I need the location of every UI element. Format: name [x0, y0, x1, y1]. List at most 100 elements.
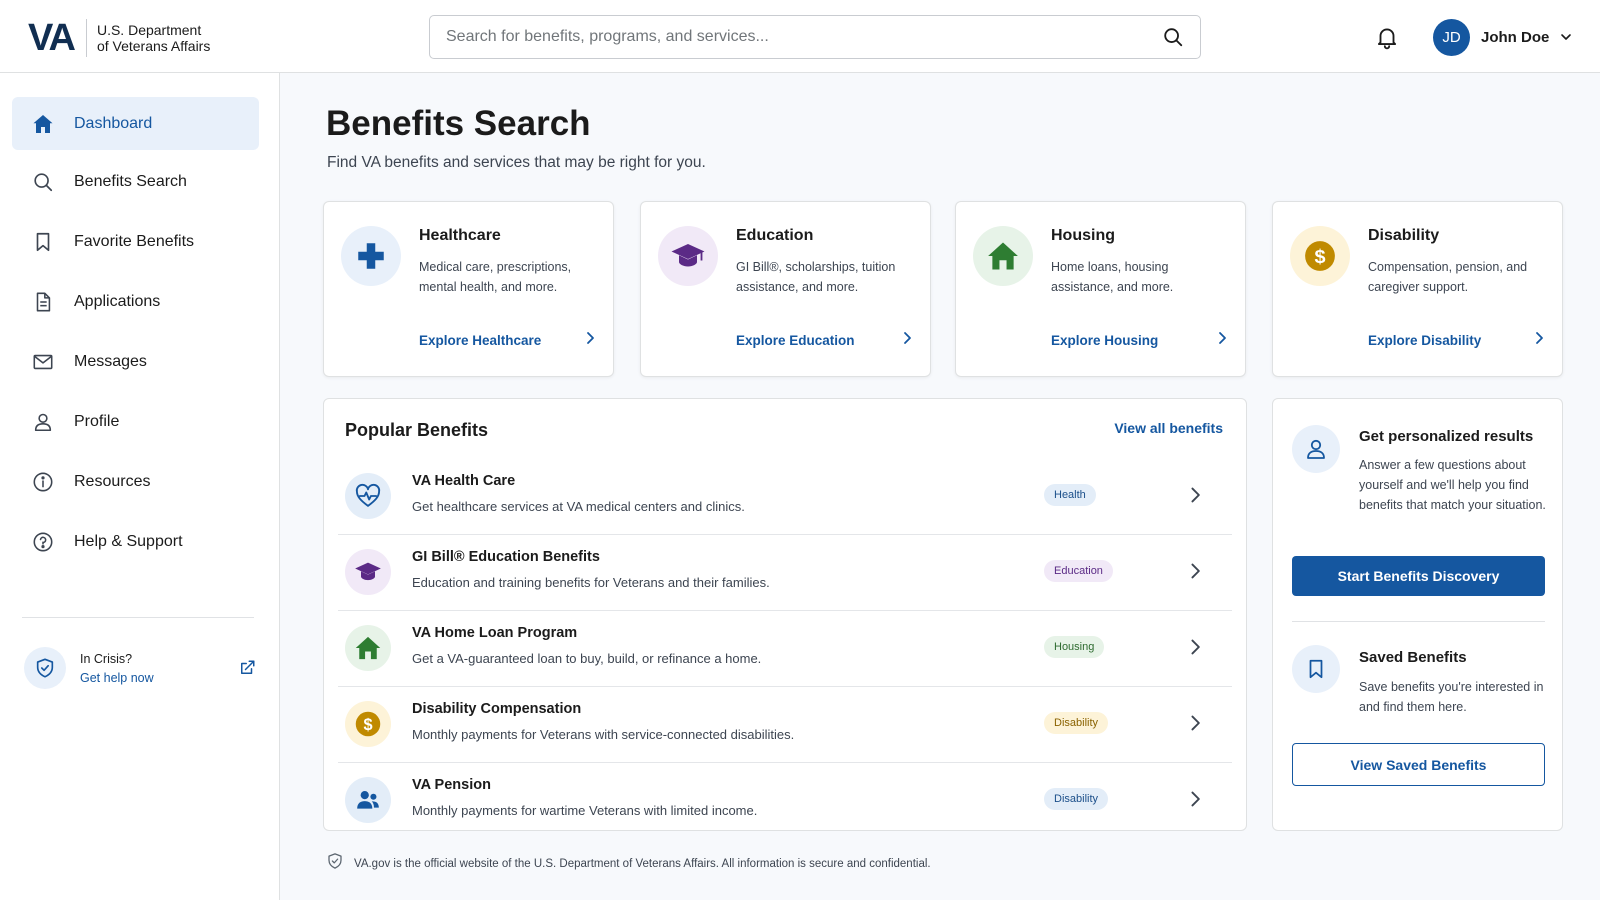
svg-text:$: $: [363, 716, 372, 734]
category-title: Housing: [1051, 227, 1115, 244]
category-title: Education: [736, 227, 814, 244]
document-icon: [30, 289, 56, 315]
sidebar-item-profile[interactable]: Profile: [12, 395, 259, 448]
sidebar-item-resources[interactable]: Resources: [12, 455, 259, 508]
graduation-cap-icon: [658, 226, 718, 286]
category-description: Medical care, prescriptions, mental heal…: [419, 260, 572, 294]
benefit-row-va-home-loan[interactable]: VA Home Loan Program Get a VA-guaranteed…: [338, 611, 1232, 687]
explore-education-link[interactable]: Explore Education: [736, 327, 914, 353]
saved-benefits-title: Saved Benefits: [1359, 649, 1467, 666]
benefit-title: VA Home Loan Program: [412, 625, 578, 641]
user-name: John Doe: [1481, 28, 1550, 46]
sidebar-item-applications[interactable]: Applications: [12, 275, 259, 328]
logo-text: U.S. Department of Veterans Affairs: [97, 22, 210, 54]
chevron-right-icon: [1186, 790, 1204, 808]
benefit-row-va-health-care[interactable]: VA Health Care Get healthcare services a…: [338, 459, 1232, 535]
explore-housing-link[interactable]: Explore Housing: [1051, 327, 1229, 353]
explore-healthcare-link[interactable]: Explore Healthcare: [419, 327, 597, 353]
benefit-description: Get a VA-guaranteed loan to buy, build, …: [412, 651, 762, 666]
category-tag: Housing: [1044, 636, 1105, 658]
sidebar-item-label: Dashboard: [74, 114, 153, 132]
search-input[interactable]: [446, 28, 1160, 46]
help-icon: [30, 529, 56, 555]
sidebar-item-label: Resources: [74, 472, 151, 490]
category-tag: Health: [1044, 484, 1096, 506]
logo-mark: VA: [28, 17, 76, 59]
view-all-benefits-link[interactable]: View all benefits: [1114, 420, 1223, 436]
benefit-description: Education and training benefits for Vete…: [412, 575, 770, 590]
sidebar-item-benefits-search[interactable]: Benefits Search: [12, 155, 259, 208]
explore-disability-link[interactable]: Explore Disability: [1368, 327, 1546, 353]
category-tag: Education: [1044, 560, 1113, 582]
chevron-right-icon: [1215, 331, 1229, 350]
explore-link-label: Explore Education: [736, 332, 855, 348]
benefit-description: Monthly payments for Veterans with servi…: [412, 727, 795, 742]
chevron-right-icon: [1186, 714, 1204, 732]
sidebar-item-label: Applications: [74, 292, 161, 310]
shield-icon: [24, 647, 66, 689]
sidebar-item-label: Help & Support: [74, 532, 183, 550]
category-title: Healthcare: [419, 227, 501, 244]
explore-link-label: Explore Disability: [1368, 332, 1482, 348]
panel-divider: [1292, 621, 1545, 622]
sidebar-item-messages[interactable]: Messages: [12, 335, 259, 388]
logo-line-2: of Veterans Affairs: [96, 38, 211, 54]
chevron-right-icon: [1186, 486, 1204, 504]
category-tag: Disability: [1044, 712, 1109, 734]
sidebar-item-label: Benefits Search: [74, 172, 187, 190]
home-icon: [30, 111, 56, 137]
benefit-title: GI Bill® Education Benefits: [412, 549, 600, 565]
logo-line-1: U.S. Department: [96, 22, 202, 38]
external-link-icon[interactable]: [238, 659, 256, 677]
graduation-cap-icon: [345, 549, 391, 595]
dollar-coin-icon: $: [1290, 226, 1350, 286]
va-logo[interactable]: VA U.S. Department of Veterans Affairs: [28, 19, 210, 57]
house-icon: [345, 625, 391, 671]
category-description: Home loans, housing assistance, and more…: [1051, 260, 1174, 294]
search-icon: [30, 169, 56, 195]
section-title: Popular Benefits: [345, 420, 489, 440]
start-benefits-discovery-button[interactable]: Start Benefits Discovery: [1292, 556, 1545, 596]
person-icon: [1292, 425, 1340, 473]
top-header: VA U.S. Department of Veterans Affairs J…: [0, 0, 1600, 73]
bookmark-icon: [30, 229, 56, 255]
medical-cross-icon: [341, 226, 401, 286]
sidebar-item-favorite-benefits[interactable]: Favorite Benefits: [12, 215, 259, 268]
personalization-panel: Get personalized results Answer a few qu…: [1272, 398, 1563, 831]
popular-benefits-card: Popular Benefits View all benefits VA He…: [323, 398, 1247, 831]
chevron-right-icon: [583, 331, 597, 350]
benefit-description: Monthly payments for wartime Veterans wi…: [412, 803, 758, 818]
crisis-title: In Crisis?: [80, 652, 133, 666]
benefit-row-va-pension[interactable]: VA Pension Monthly payments for wartime …: [338, 763, 1232, 839]
crisis-box: In Crisis? Get help now: [24, 647, 256, 695]
bell-icon[interactable]: [1374, 24, 1400, 50]
dollar-coin-icon: $: [345, 701, 391, 747]
user-menu[interactable]: JD John Doe: [1433, 18, 1573, 56]
category-card-housing: Housing Home loans, housing assistance, …: [955, 201, 1246, 377]
chevron-right-icon: [1532, 331, 1546, 350]
view-saved-benefits-button[interactable]: View Saved Benefits: [1292, 743, 1545, 786]
chevron-right-icon: [1186, 638, 1204, 656]
category-tag: Disability: [1044, 788, 1109, 810]
footer-note: VA.gov is the official website of the U.…: [326, 852, 931, 875]
footer-note-text: VA.gov is the official website of the U.…: [354, 857, 931, 870]
sidebar-item-label: Profile: [74, 412, 120, 430]
chevron-right-icon: [1186, 562, 1204, 580]
sidebar-divider: [22, 617, 254, 618]
category-title: Disability: [1368, 227, 1440, 244]
category-card-disability: $ Disability Compensation, pension, and …: [1272, 201, 1563, 377]
avatar: JD: [1433, 18, 1470, 56]
mail-icon: [30, 349, 56, 375]
sidebar-item-dashboard[interactable]: Dashboard: [12, 97, 259, 150]
benefit-row-disability-compensation[interactable]: $ Disability Compensation Monthly paymen…: [338, 687, 1232, 763]
heart-pulse-icon: [345, 473, 391, 519]
search-icon[interactable]: [1160, 24, 1186, 50]
bookmark-icon: [1292, 645, 1340, 693]
benefit-row-gi-bill[interactable]: GI Bill® Education Benefits Education an…: [338, 535, 1232, 611]
crisis-help-link[interactable]: Get help now: [80, 671, 154, 685]
benefit-title: VA Health Care: [412, 473, 516, 489]
chevron-down-icon: [1559, 30, 1573, 44]
category-card-education: Education GI Bill®, scholarships, tuitio…: [640, 201, 931, 377]
sidebar-item-help-support[interactable]: Help & Support: [12, 515, 259, 568]
saved-benefits-description: Save benefits you're interested in and f…: [1359, 680, 1544, 714]
